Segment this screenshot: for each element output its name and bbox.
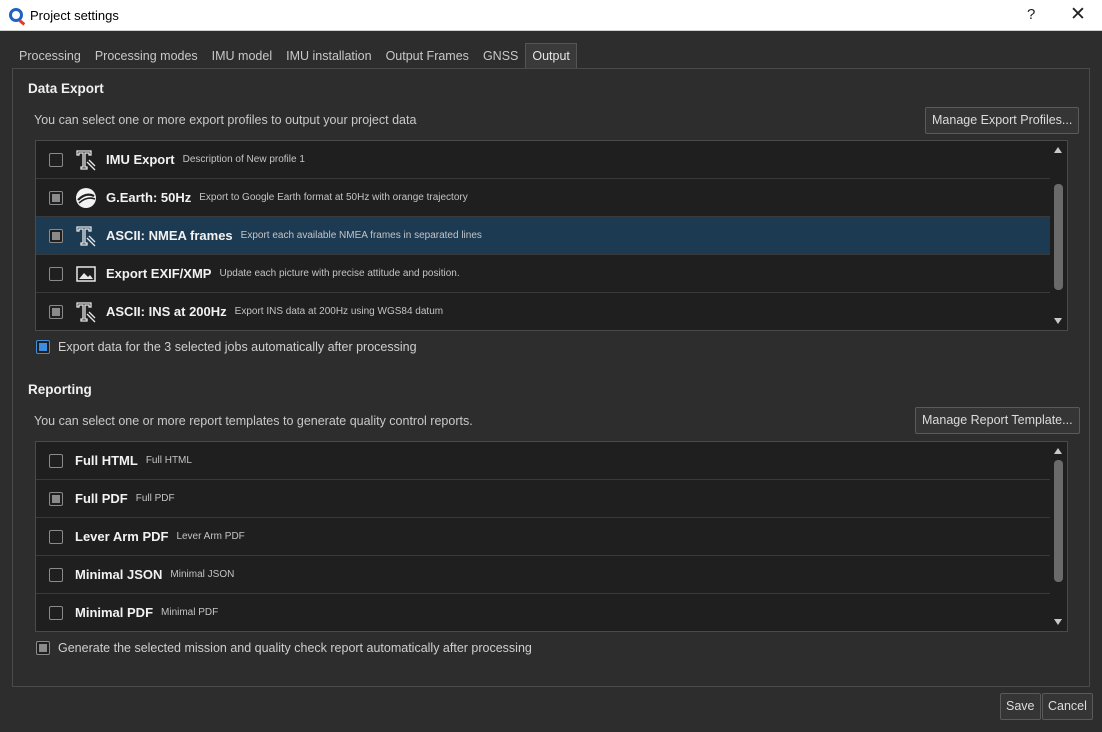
reporting-description: You can select one or more report templa… — [34, 414, 473, 428]
text-tool-icon — [75, 301, 97, 323]
template-checkbox[interactable] — [49, 491, 63, 506]
template-name: Minimal PDF — [75, 605, 154, 620]
template-name: Full HTML — [75, 453, 138, 468]
profile-description: Export INS data at 200Hz using WGS84 dat… — [234, 306, 444, 317]
profile-description: Export each available NMEA frames in sep… — [240, 230, 482, 241]
template-name: Lever Arm PDF — [75, 529, 169, 544]
data-export-description: You can select one or more export profil… — [34, 113, 417, 127]
template-description: Full PDF — [135, 493, 175, 504]
scroll-down-icon[interactable] — [1054, 318, 1062, 324]
reporting-title: Reporting — [28, 382, 92, 397]
help-button[interactable]: ? — [1027, 6, 1035, 23]
export-profiles-list: IMU Export Description of New profile 1 … — [35, 140, 1068, 331]
tab-bar: Processing Processing modes IMU model IM… — [12, 43, 577, 69]
template-checkbox[interactable] — [49, 605, 63, 620]
auto-export-label: Export data for the 3 selected jobs auto… — [58, 340, 417, 354]
template-description: Full HTML — [145, 455, 192, 466]
template-checkbox[interactable] — [49, 453, 63, 468]
template-description: Lever Arm PDF — [176, 531, 245, 542]
profile-description: Update each picture with precise attitud… — [219, 268, 460, 279]
google-earth-icon — [75, 187, 97, 209]
template-description: Minimal PDF — [161, 607, 219, 618]
export-profile-row[interactable]: ASCII: INS at 200Hz Export INS data at 2… — [36, 293, 1050, 330]
manage-report-template-button[interactable]: Manage Report Template... — [915, 407, 1080, 434]
text-tool-icon — [75, 225, 97, 247]
export-list-scrollbar[interactable] — [1050, 141, 1067, 330]
tab-imu-model[interactable]: IMU model — [204, 43, 280, 69]
profile-checkbox[interactable] — [49, 228, 63, 243]
profile-checkbox[interactable] — [49, 304, 63, 319]
report-template-row[interactable]: Full HTML Full HTML — [36, 442, 1050, 480]
template-checkbox[interactable] — [49, 567, 63, 582]
template-checkbox[interactable] — [49, 529, 63, 544]
report-list-scrollbar[interactable] — [1050, 442, 1067, 631]
template-name: Minimal JSON — [75, 567, 163, 582]
profile-checkbox[interactable] — [49, 152, 63, 167]
report-template-row[interactable]: Lever Arm PDF Lever Arm PDF — [36, 518, 1050, 556]
save-button[interactable]: Save — [1000, 693, 1041, 720]
auto-report-option[interactable]: Generate the selected mission and qualit… — [35, 641, 532, 655]
auto-export-checkbox[interactable] — [36, 340, 50, 354]
profile-description: Export to Google Earth format at 50Hz wi… — [199, 192, 468, 203]
report-templates-list: Full HTML Full HTML Full PDF Full PDF Le… — [35, 441, 1068, 632]
profile-name: Export EXIF/XMP — [106, 266, 212, 281]
template-name: Full PDF — [75, 491, 128, 506]
tab-gnss[interactable]: GNSS — [475, 43, 526, 69]
profile-description: Description of New profile 1 — [182, 154, 305, 165]
auto-export-option[interactable]: Export data for the 3 selected jobs auto… — [35, 340, 417, 354]
app-logo-icon — [9, 8, 23, 22]
report-template-row[interactable]: Full PDF Full PDF — [36, 480, 1050, 518]
title-bar: Project settings ? ✕ — [0, 0, 1102, 31]
profile-checkbox[interactable] — [49, 266, 63, 281]
output-panel: Data Export You can select one or more e… — [12, 68, 1090, 687]
scroll-thumb[interactable] — [1054, 184, 1063, 290]
close-button[interactable]: ✕ — [1070, 3, 1086, 26]
scroll-thumb[interactable] — [1054, 460, 1063, 582]
tab-output-frames[interactable]: Output Frames — [378, 43, 476, 69]
data-export-title: Data Export — [28, 81, 104, 96]
tab-processing-modes[interactable]: Processing modes — [87, 43, 205, 69]
report-template-row[interactable]: Minimal PDF Minimal PDF — [36, 594, 1050, 631]
template-description: Minimal JSON — [170, 569, 235, 580]
tab-output[interactable]: Output — [525, 43, 577, 69]
tab-processing[interactable]: Processing — [12, 43, 88, 69]
scroll-down-icon[interactable] — [1054, 619, 1062, 625]
profile-name: G.Earth: 50Hz — [106, 190, 192, 205]
export-profile-row[interactable]: Export EXIF/XMP Update each picture with… — [36, 255, 1050, 293]
text-tool-icon — [75, 149, 97, 171]
profile-checkbox[interactable] — [49, 190, 63, 205]
export-profile-row-selected[interactable]: ASCII: NMEA frames Export each available… — [36, 217, 1050, 255]
report-template-row[interactable]: Minimal JSON Minimal JSON — [36, 556, 1050, 594]
profile-name: ASCII: INS at 200Hz — [106, 304, 227, 319]
manage-export-profiles-button[interactable]: Manage Export Profiles... — [925, 107, 1080, 134]
window-title: Project settings — [30, 7, 119, 23]
export-profile-row[interactable]: G.Earth: 50Hz Export to Google Earth for… — [36, 179, 1050, 217]
auto-report-label: Generate the selected mission and qualit… — [58, 641, 532, 655]
scroll-up-icon[interactable] — [1054, 147, 1062, 153]
cancel-button[interactable]: Cancel — [1042, 693, 1093, 720]
scroll-up-icon[interactable] — [1054, 448, 1062, 454]
export-profile-row[interactable]: IMU Export Description of New profile 1 — [36, 141, 1050, 179]
profile-name: ASCII: NMEA frames — [106, 228, 233, 243]
profile-name: IMU Export — [106, 152, 175, 167]
image-icon — [75, 263, 97, 285]
tab-imu-installation[interactable]: IMU installation — [279, 43, 379, 69]
auto-report-checkbox[interactable] — [36, 641, 50, 655]
